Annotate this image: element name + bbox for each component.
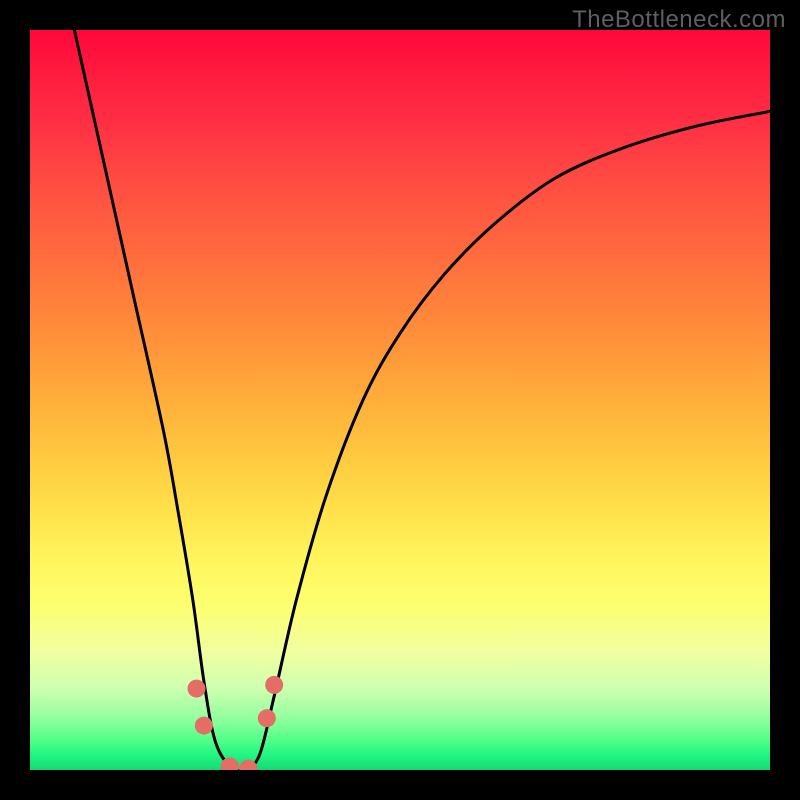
marker-group [188, 676, 284, 770]
bottleneck-curve [74, 30, 770, 770]
marker-bottom-right [239, 760, 257, 770]
marker-right-lower [258, 709, 276, 727]
plot-area [30, 30, 770, 770]
curve-layer [30, 30, 770, 770]
marker-left-upper [188, 680, 206, 698]
watermark-text: TheBottleneck.com [572, 6, 786, 34]
chart-outer-frame: TheBottleneck.com [0, 0, 800, 800]
marker-left-lower [195, 717, 213, 735]
marker-right-upper [265, 676, 283, 694]
